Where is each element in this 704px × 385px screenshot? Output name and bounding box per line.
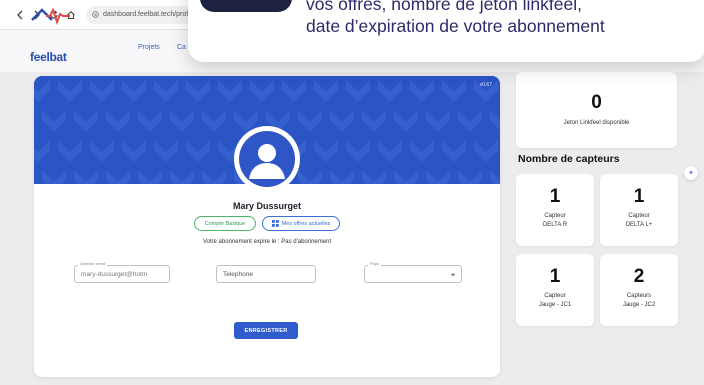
sensor-count: 1 <box>633 186 645 207</box>
sensor-label: Capteurs Jauge - JC2 <box>600 292 678 310</box>
email-value: mary-dussurget@hotm <box>81 270 148 278</box>
site-info-icon[interactable] <box>92 11 99 18</box>
sensor-count: 1 <box>549 186 561 207</box>
sensor-count: 1 <box>549 266 561 287</box>
back-icon[interactable] <box>14 9 26 21</box>
country-label: Pays <box>368 261 381 266</box>
sensor-label-line1: Capteurs <box>626 293 652 299</box>
sensor-label-line1: Capteur <box>544 213 566 219</box>
sensor-count: 2 <box>633 266 645 287</box>
sensors-title: Nombre de capteurs <box>518 153 620 165</box>
phone-field[interactable]: Telephone <box>216 265 316 283</box>
email-field[interactable]: mary-dussurget@hotm <box>74 265 170 283</box>
feelbat-logo-icon[interactable] <box>28 4 72 36</box>
profile-card: v0.67 Mary Dussurget Compte Basique Mes … <box>34 76 500 377</box>
sensor-card-jauge-jc1: 1 Capteur Jauge - JC1 <box>516 254 594 326</box>
user-name: Mary Dussurget <box>232 201 302 211</box>
avatar[interactable] <box>234 126 300 192</box>
sensor-label-line2: Jauge - JC2 <box>622 302 656 308</box>
nav-projets[interactable]: Projets <box>138 44 160 51</box>
sensor-label-line1: Capteur <box>628 213 650 219</box>
phone-placeholder: Telephone <box>223 270 253 278</box>
email-label: Adresse email <box>78 261 108 266</box>
callout-line-1: vos offres, nombre de jeton linkfeel, <box>306 0 582 14</box>
version-tag: v0.67 <box>479 82 492 88</box>
sensor-label-line2: DELTA R <box>542 222 568 228</box>
sensor-label: Capteur DELTA R <box>516 212 594 230</box>
sensor-label-line2: Jauge - JC1 <box>538 302 572 308</box>
save-button[interactable]: ENREGISTRER <box>234 322 298 339</box>
country-select[interactable] <box>364 265 462 283</box>
callout-line-2: date d’expiration de votre abonnement <box>306 16 605 36</box>
chevron-down-icon <box>450 273 456 277</box>
grid-icon <box>271 220 279 227</box>
sensor-label-line1: Capteur <box>544 293 566 299</box>
sensor-card-delta-r: 1 Capteur DELTA R <box>516 174 594 246</box>
sensor-card-jauge-jc2: 2 Capteurs Jauge - JC2 <box>600 254 678 326</box>
user-icon <box>249 144 285 179</box>
sensor-label: Capteur DELTA L+ <box>600 212 678 230</box>
my-offers-chip[interactable]: Mes offres actuelles <box>262 216 340 231</box>
callout-badge <box>200 0 292 12</box>
token-count: 0 <box>591 92 602 113</box>
subscription-expiry: Votre abonnement expire le : Pas d'abonn… <box>202 239 332 245</box>
sensor-card-delta-l: 1 Capteur DELTA L+ <box>600 174 678 246</box>
token-card: 0 Jeton Linkfeel disponible <box>516 72 677 148</box>
account-type-chip[interactable]: Compte Basique <box>194 216 256 231</box>
my-offers-label: Mes offres actuelles <box>281 220 331 227</box>
nav-capteurs[interactable]: Ca <box>177 44 186 51</box>
url-text: dashboard.feelbat.tech/profil <box>103 11 192 18</box>
sensor-label: Capteur Jauge - JC1 <box>516 292 594 310</box>
logo-text: feelbat <box>30 50 67 64</box>
token-label: Jeton Linkfeel disponible <box>563 120 630 126</box>
sensor-label-line2: DELTA L+ <box>625 222 653 228</box>
sparkle-icon[interactable]: ✦ <box>684 166 698 180</box>
